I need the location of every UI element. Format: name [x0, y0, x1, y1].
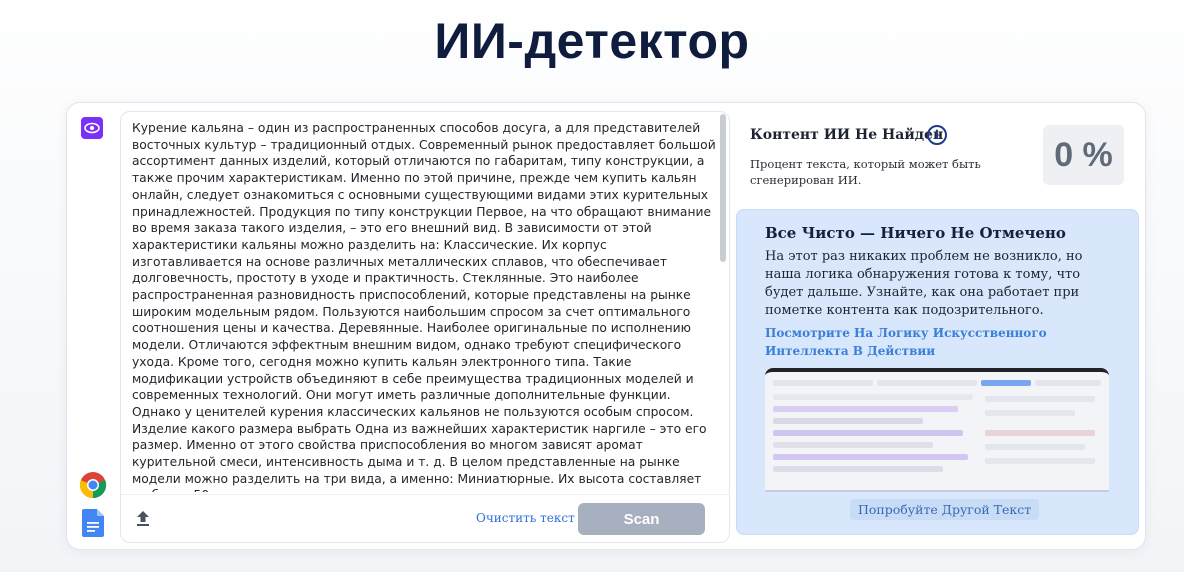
- result-title: Контент ИИ Не Найден: [750, 127, 944, 143]
- text-editor[interactable]: Курение кальяна – один из распространенн…: [120, 111, 730, 543]
- result-panel: Все Чисто — Ничего Не Отмечено На этот р…: [736, 209, 1139, 535]
- chrome-icon[interactable]: [79, 471, 107, 499]
- result-summary: Контент ИИ Не Найден i Процент текста, к…: [737, 111, 1139, 207]
- detector-card: Курение кальяна – один из распространенн…: [66, 102, 1146, 550]
- upload-icon[interactable]: [135, 509, 151, 527]
- eye-icon[interactable]: [81, 117, 103, 139]
- page-title: ИИ-детектор: [434, 13, 750, 69]
- try-another-text-button[interactable]: Попробуйте Другой Текст: [850, 499, 1040, 520]
- editor-footer: Очистить текст Scan: [121, 494, 729, 542]
- left-rail: [67, 103, 119, 549]
- panel-text: На этот раз никаких проблем не возникло,…: [765, 249, 1083, 318]
- google-docs-icon[interactable]: [82, 509, 104, 537]
- ai-logic-link[interactable]: Посмотрите На Логику Искусственного Инте…: [765, 324, 1105, 360]
- preview-image: [765, 368, 1109, 492]
- scan-button[interactable]: Scan: [578, 503, 705, 535]
- editor-textarea[interactable]: Курение кальяна – один из распространенн…: [132, 120, 717, 492]
- info-icon[interactable]: i: [927, 125, 947, 145]
- clear-text-button[interactable]: Очистить текст: [476, 511, 575, 525]
- scrollbar-thumb[interactable]: [720, 114, 726, 262]
- ai-percent-value: 0 %: [1043, 125, 1124, 185]
- editor-scrollbar[interactable]: [719, 114, 727, 490]
- result-description: Процент текста, который может быть сгене…: [750, 157, 981, 187]
- panel-title: Все Чисто — Ничего Не Отмечено: [765, 224, 1066, 242]
